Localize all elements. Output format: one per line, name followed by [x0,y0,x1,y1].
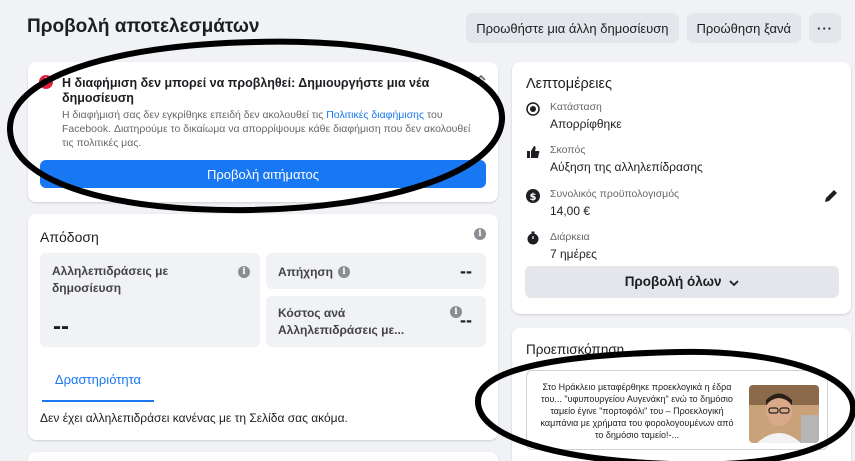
view-all-label: Προβολή όλων [624,274,722,290]
view-all-button[interactable]: Προβολή όλων [525,266,839,298]
alert-title: Η διαφήμιση δεν μπορεί να προβληθεί: Δημ… [62,76,430,105]
ad-rejected-alert: ! Η διαφήμιση δεν μπορεί να προβληθεί: Δ… [28,62,498,202]
metric-reach: Απήχηση i -- [266,253,486,289]
alert-description: Η διαφήμισή σας δεν εγκρίθηκε επειδή δεν… [62,108,482,150]
ad-policies-link[interactable]: Πολιτικές διαφήμισης [326,109,424,121]
details-card: Λεπτομέρειες Κατάσταση Απορρίφθηκε Σκοπό… [512,62,851,314]
edit-pencil-icon[interactable] [823,188,839,204]
empty-activity-text: Δεν έχει αλληλεπιδράσει κανένας με τη Σε… [40,411,348,425]
detail-label: Διάρκεια [550,231,590,243]
page-title: Προβολή αποτελεσμάτων [27,16,260,37]
svg-text:$: $ [530,192,537,203]
performance-title: Απόδοση [40,229,99,245]
collapse-chevron-icon[interactable] [474,72,488,86]
performance-card: Απόδοση i Αλληλεπιδράσεις με δημοσίευση … [28,214,498,440]
metric-label: Απήχηση [278,265,333,279]
metric-cost-per-engagement: Κόστος ανά Αλληλεπιδράσεις με... i -- [266,296,486,347]
preview-card: Προεπισκόπηση Στο Ηράκλειο μεταφέρθηκε π… [512,328,851,461]
detail-value: 14,00 € [550,204,591,218]
metric-value: -- [53,313,69,340]
thumbs-up-icon [526,145,540,159]
preview-title: Προεπισκόπηση [526,342,625,357]
metric-value: -- [460,261,472,281]
metric-label: Αλληλεπιδράσεις με δημοσίευση [52,264,169,295]
info-icon[interactable]: i [238,266,250,278]
next-card [28,452,498,461]
chevron-down-icon [729,275,739,290]
detail-value: Αύξηση της αλληλεπίδρασης [550,160,703,174]
post-thumbnail-image [749,385,819,443]
info-icon[interactable]: i [338,266,350,278]
detail-value: 7 ημέρες [550,247,597,261]
metric-post-engagements: Αλληλεπιδράσεις με δημοσίευση i -- [40,253,260,347]
metric-value: -- [460,310,472,330]
error-icon: ! [39,75,53,89]
view-request-button[interactable]: Προβολή αιτήματος [40,160,486,188]
boost-again-button[interactable]: Προώθηση ξανά [686,13,801,43]
post-preview-text: Στο Ηράκλειο μεταφέρθηκε προεκλογικά η έ… [540,382,734,440]
alert-desc-text: Η διαφήμισή σας δεν εγκρίθηκε επειδή δεν… [62,109,327,121]
stopwatch-icon [526,231,540,245]
detail-value: Απορρίφθηκε [550,117,622,131]
detail-label: Συνολικός προϋπολογισμός [550,188,680,200]
status-icon [526,102,540,116]
details-title: Λεπτομέρειες [526,76,612,92]
detail-label: Κατάσταση [550,101,602,113]
tab-activity[interactable]: Δραστηριότητα [42,364,154,402]
top-actions: Προωθήστε μια άλλη δημοσίευση Προώθηση ξ… [466,13,841,43]
more-options-button[interactable]: ··· [809,13,841,43]
info-icon[interactable]: i [474,228,486,240]
dollar-icon: $ [526,189,540,203]
metric-label: Κόστος ανά Αλληλεπιδράσεις με... [278,306,405,337]
detail-label: Σκοπός [550,144,586,156]
post-preview[interactable]: Στο Ηράκλειο μεταφέρθηκε προεκλογικά η έ… [526,370,828,450]
boost-another-post-button[interactable]: Προωθήστε μια άλλη δημοσίευση [466,13,679,43]
